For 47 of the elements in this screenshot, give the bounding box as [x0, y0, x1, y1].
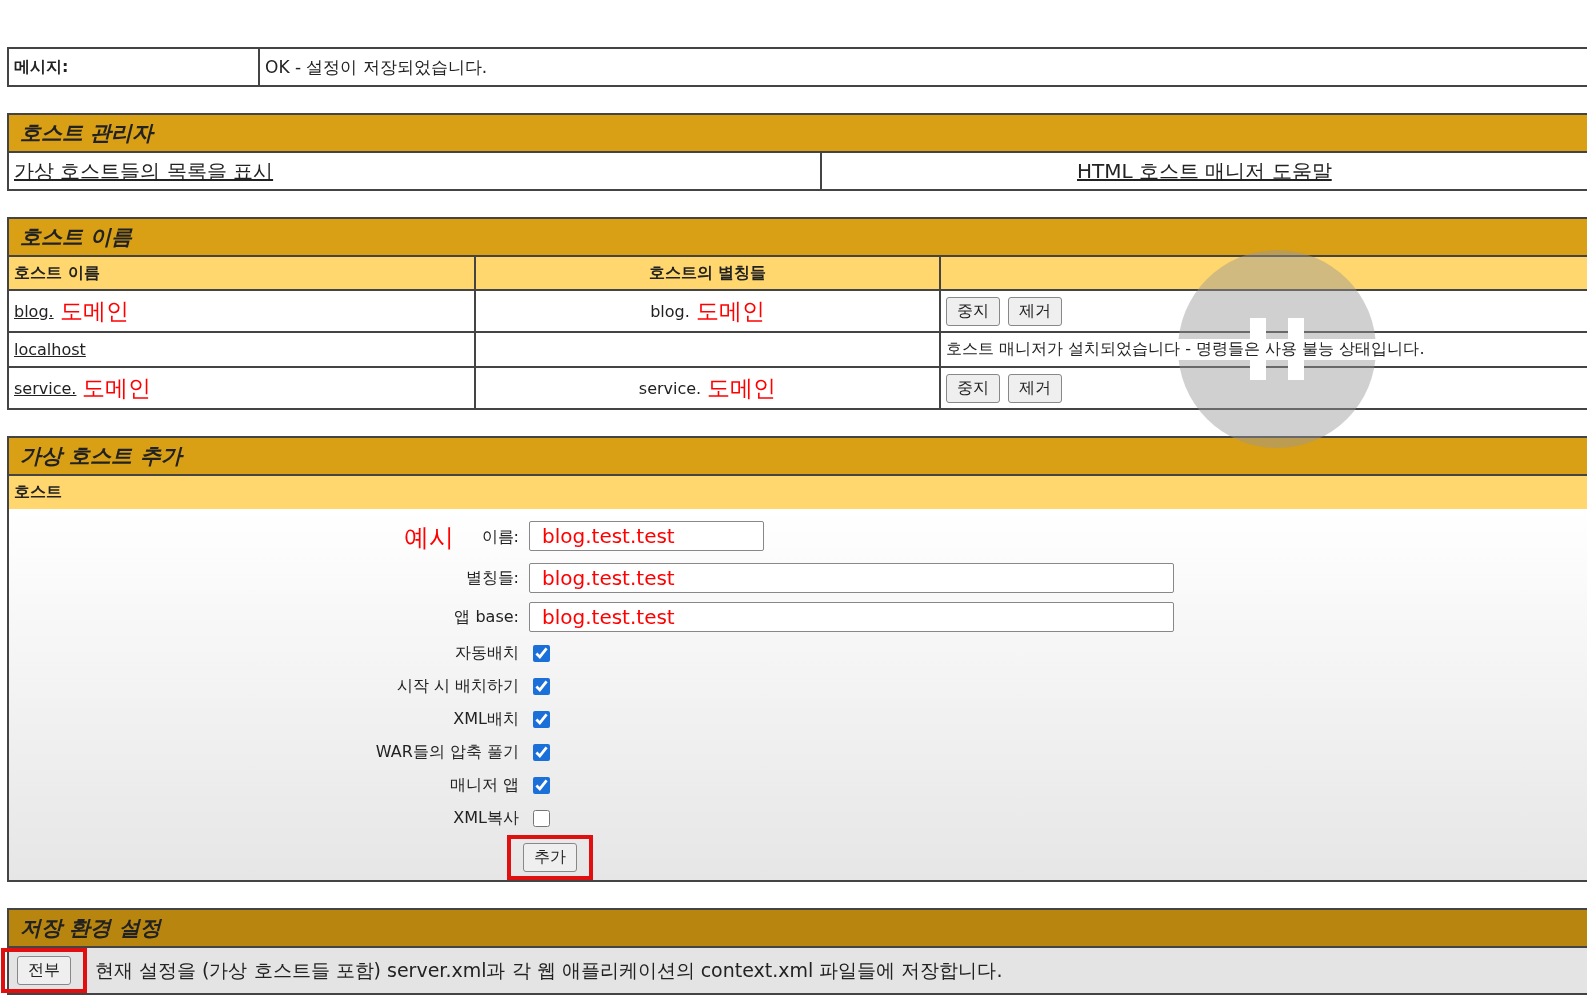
- section-title: 저장 환경 설정: [19, 915, 163, 942]
- checkbox-label: XML복사: [453, 807, 519, 829]
- status-message: OK - 설정이 저장되었습니다.: [265, 55, 488, 79]
- field-label: 이름:: [481, 527, 519, 548]
- add-button[interactable]: 추가: [523, 843, 577, 872]
- checkbox[interactable]: [533, 809, 550, 827]
- column-header: 호스트: [14, 482, 62, 503]
- host-link[interactable]: localhost: [14, 340, 86, 359]
- section-title: 호스트 이름: [19, 224, 134, 251]
- section-title: 호스트 관리자: [19, 120, 156, 147]
- annotation-text: 도메인: [59, 296, 129, 326]
- checkbox-label: WAR들의 압축 풀기: [375, 741, 519, 763]
- save-description: 현재 설정을 (가상 호스트들 포함) server.xml과 각 웹 애플리케이션의 context.xml 파일들에 저장합니다.: [95, 957, 1003, 983]
- message-label: 메시지:: [14, 56, 69, 78]
- checkbox[interactable]: [533, 776, 550, 794]
- nav-link[interactable]: 가상 호스트들의 목록을 표시: [14, 157, 274, 185]
- host-action-button[interactable]: 중지: [946, 296, 1000, 326]
- checkbox-label: 시작 시 배치하기: [396, 675, 519, 697]
- host-action-button[interactable]: 제거: [1008, 296, 1062, 326]
- input-field[interactable]: blog.test.test: [529, 521, 764, 551]
- input-field[interactable]: blog.test.test: [529, 602, 1174, 632]
- checkbox[interactable]: [533, 677, 550, 695]
- annotation-text: 도메인: [695, 296, 765, 326]
- column-header: 호스트 이름: [14, 262, 100, 284]
- field-label: 앱 base:: [454, 606, 519, 628]
- checkbox-label: 자동배치: [455, 642, 519, 664]
- annotation-text: 도메인: [82, 373, 152, 403]
- host-alias: service.: [638, 378, 702, 398]
- field-label: 별칭들:: [465, 567, 519, 589]
- section-title: 가상 호스트 추가: [19, 443, 185, 470]
- host-alias: blog.: [650, 301, 690, 321]
- info-message: 호스트 매니저가 설치되었습니다 - 명령들은 사용 불능 상태입니다.: [946, 339, 1425, 360]
- host-link[interactable]: service.: [14, 378, 77, 398]
- host-action-button[interactable]: 제거: [1008, 373, 1062, 403]
- input-field[interactable]: blog.test.test: [529, 563, 1174, 593]
- nav-link[interactable]: HTML 호스트 매니저 도움말: [1077, 157, 1332, 185]
- host-link[interactable]: blog.: [14, 301, 54, 321]
- annotation-text: 예시: [403, 522, 454, 554]
- checkbox-label: 매니저 앱: [449, 774, 519, 796]
- checkbox[interactable]: [533, 710, 550, 728]
- checkbox[interactable]: [533, 644, 550, 662]
- checkbox[interactable]: [533, 743, 550, 761]
- save-all-button[interactable]: 전부: [17, 956, 71, 985]
- host-action-button[interactable]: 중지: [946, 373, 1000, 403]
- checkbox-label: XML배치: [453, 708, 519, 730]
- annotation-text: 도메인: [707, 373, 777, 403]
- column-header: 호스트의 별칭들: [648, 262, 767, 284]
